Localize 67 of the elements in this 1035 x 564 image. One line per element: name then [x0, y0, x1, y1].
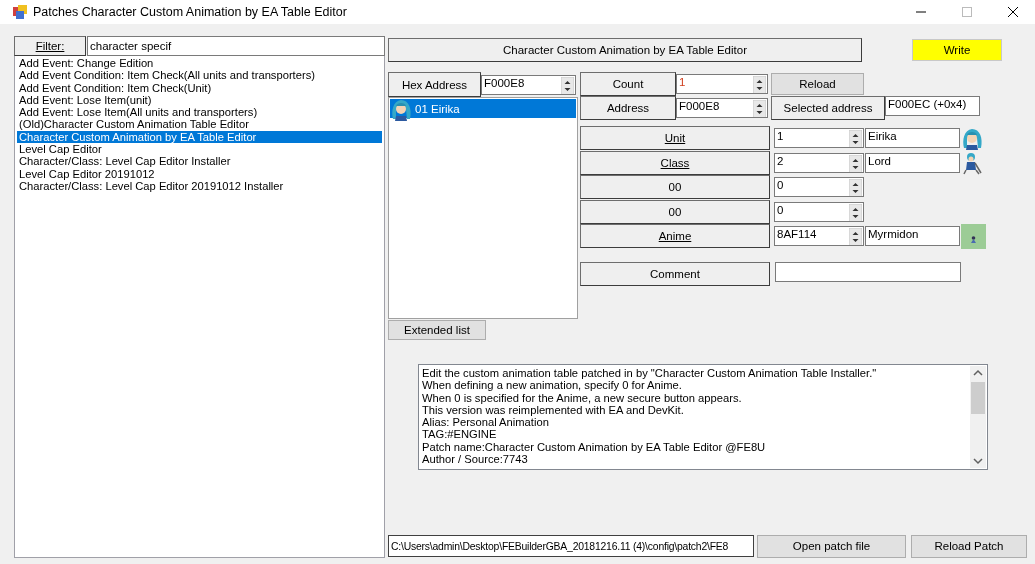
write-button[interactable]: Write — [912, 39, 1002, 61]
description-line: TAG:#ENGINE — [422, 428, 498, 441]
sprite-icon — [961, 150, 983, 175]
description-line: Edit the custom animation table patched in by "Character Custom Animation Table Installer." — [422, 367, 878, 380]
name-field: Myrmidon — [865, 226, 960, 247]
hex-address-field[interactable]: F000E8 — [481, 74, 576, 95]
open-patch-file-button[interactable]: Open patch file — [757, 534, 906, 558]
spinner-icon[interactable] — [849, 154, 862, 172]
editor-title-button[interactable]: Character Custom Animation by EA Table Editor — [388, 38, 862, 62]
spinner-icon[interactable] — [849, 130, 862, 148]
filter-field[interactable]: character specif — [87, 36, 385, 56]
description-line: Alias: Personal Animation — [422, 416, 550, 429]
selected-address-field[interactable]: F000EC (+0x4) — [885, 96, 980, 116]
app-icon — [13, 5, 27, 19]
close-icon[interactable] — [1005, 4, 1021, 20]
count-button[interactable]: Count — [580, 72, 676, 96]
selected-address-button[interactable]: Selected address — [771, 96, 885, 120]
window-title: Patches Character Custom Animation by EA Table Editor — [33, 5, 348, 19]
number-field[interactable]: 1 — [774, 128, 864, 149]
description-line: When defining a new animation, specify 0 for Anime. — [422, 379, 683, 392]
hex-address-button[interactable]: Hex Address — [388, 72, 481, 97]
field-label-button[interactable]: Class — [580, 150, 770, 175]
spinner-icon[interactable] — [849, 203, 862, 221]
extended-list-button[interactable]: Extended list — [388, 320, 486, 340]
description-line: Author / Source:7743 — [422, 453, 529, 466]
comment-button[interactable]: Comment — [580, 261, 770, 286]
field-label-button[interactable]: 00 — [580, 175, 770, 200]
field-label-button[interactable]: Unit — [580, 126, 770, 151]
entry-list-item[interactable]: 01 Eirika — [390, 99, 576, 118]
patch-list-item[interactable]: Add Event: Change Edition — [17, 57, 382, 70]
patch-list-item[interactable]: Add Event Condition: Item Check(All units and transporters) — [17, 69, 382, 82]
name-field: Eirika — [865, 128, 960, 149]
patch-list-item[interactable]: Add Event: Lose Item(unit) — [17, 93, 382, 107]
reload-button[interactable]: Reload — [771, 73, 864, 95]
number-field[interactable]: 2 — [774, 152, 864, 173]
patch-list-item[interactable]: Add Event Condition: Item Check(Unit) — [17, 81, 382, 94]
description-line: This version was reimplemented with EA and DevKit. — [422, 403, 685, 417]
spinner-icon[interactable] — [753, 100, 766, 117]
field-label-button[interactable]: Anime — [580, 224, 770, 249]
number-field[interactable]: 8AF114 — [774, 226, 864, 247]
field-label-button[interactable]: 00 — [580, 199, 770, 224]
patch-list-item[interactable]: Add Event: Lose Item(All units and transporters) — [17, 106, 382, 119]
portrait-icon — [961, 126, 983, 151]
spinner-icon[interactable] — [561, 76, 574, 94]
spinner-icon[interactable] — [849, 179, 862, 197]
patch-list-item[interactable]: Level Cap Editor 20191012 — [17, 167, 382, 180]
patch-list-item[interactable]: Character/Class: Level Cap Editor 20191012 Installer — [17, 179, 382, 193]
address-field[interactable]: F000E8 — [676, 98, 768, 118]
animation-thumbnail-icon — [961, 223, 986, 249]
spinner-icon[interactable] — [849, 228, 862, 246]
patch-list-item[interactable]: Level Cap Editor — [17, 143, 382, 156]
description-line: When 0 is specified for the Anime, a new secure button appears. — [422, 391, 743, 404]
count-field[interactable]: 1 — [676, 74, 768, 94]
reload-patch-button[interactable]: Reload Patch — [911, 534, 1027, 558]
number-field[interactable]: 0 — [774, 177, 864, 198]
filter-button[interactable]: Filter: — [14, 36, 86, 56]
name-field: Lord — [865, 152, 960, 173]
patch-list-item[interactable]: (Old)Character Custom Animation Table Editor — [17, 118, 382, 131]
patch-path-field[interactable]: C:\Users\admin\Desktop\FEBuilderGBA_20181216.11 (4)\config\patch2\FE8 — [388, 535, 754, 557]
patch-list-item[interactable]: Character Custom Animation by EA Table Editor — [17, 130, 382, 144]
spinner-icon[interactable] — [753, 76, 766, 93]
address-button[interactable]: Address — [580, 96, 676, 120]
number-field[interactable]: 0 — [774, 201, 864, 222]
patch-list-item[interactable]: Character/Class: Level Cap Editor Installer — [17, 155, 382, 168]
comment-field[interactable] — [775, 261, 961, 282]
scrollbar[interactable] — [970, 366, 986, 468]
description-line: Patch name:Character Custom Animation by EA Table Editor @FE8U — [422, 440, 767, 454]
